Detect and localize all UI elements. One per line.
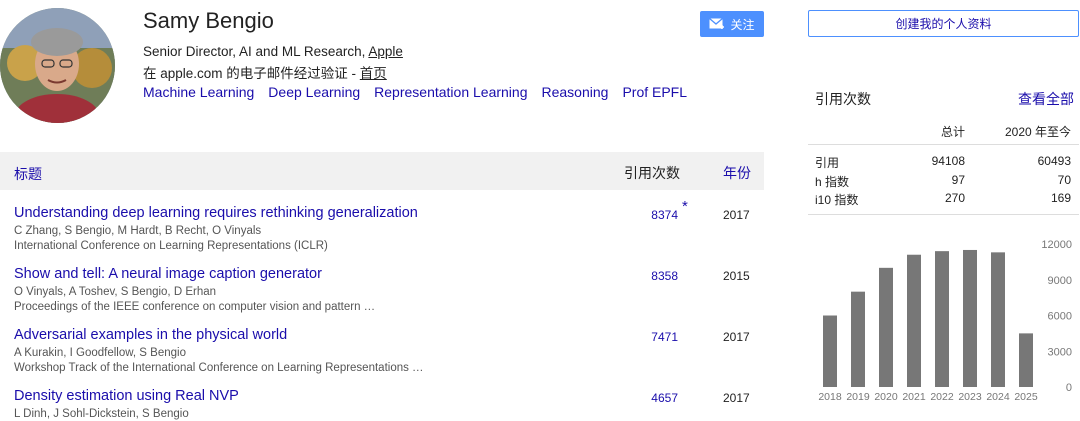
article-year: 2015 (723, 269, 750, 283)
y-tick-label: 9000 (1048, 275, 1072, 287)
interest-link[interactable]: Deep Learning (268, 84, 360, 100)
interest-link[interactable]: Representation Learning (374, 84, 527, 100)
affiliation-text: Senior Director, AI and ML Research, (143, 44, 369, 59)
article-year: 2017 (723, 391, 750, 405)
stat-row: 引用 94108 60493 (808, 154, 1079, 172)
x-tick-label: 2019 (846, 391, 870, 403)
article-cites[interactable]: 8358 (610, 269, 678, 283)
chart-bar[interactable] (991, 252, 1005, 387)
article-cites[interactable]: 4657 (610, 391, 678, 405)
col-all: 总计 (940, 125, 965, 139)
stat-row: i10 指数 270 169 (808, 191, 1079, 209)
affiliation-link[interactable]: Apple (368, 44, 403, 59)
chart-bar[interactable] (907, 254, 921, 387)
article-venue: Proceedings of the IEEE conference on co… (14, 301, 376, 313)
stat-since: 60493 (1037, 154, 1071, 168)
article-title[interactable]: Show and tell: A neural image caption ge… (14, 266, 322, 282)
research-interests: Machine Learning Deep Learning Represent… (143, 84, 687, 100)
interest-link[interactable]: Machine Learning (143, 84, 254, 100)
article-title[interactable]: Adversarial examples in the physical wor… (14, 327, 287, 343)
mail-icon (709, 18, 725, 29)
article-title[interactable]: Understanding deep learning requires ret… (14, 205, 418, 221)
x-tick-label: 2025 (1014, 391, 1038, 403)
article-authors: A Kurakin, I Goodfellow, S Bengio (14, 347, 186, 359)
article-cites[interactable]: 8374 (610, 208, 678, 222)
x-tick-label: 2018 (818, 391, 842, 403)
y-tick-label: 3000 (1048, 346, 1072, 358)
x-tick-label: 2023 (958, 391, 982, 403)
stat-all: 94108 (931, 154, 965, 168)
view-all-link[interactable]: 查看全部 (1018, 89, 1074, 109)
chart-bar[interactable] (823, 315, 837, 388)
article-year: 2017 (723, 330, 750, 344)
avatar (0, 8, 115, 123)
interest-link[interactable]: Prof EPFL (622, 84, 687, 100)
follow-button[interactable]: 关注 (700, 11, 764, 37)
article-year: 2017 (723, 208, 750, 222)
article-cites[interactable]: 7471 (610, 330, 678, 344)
article-venue: International Conference on Learning Rep… (14, 240, 328, 252)
citations-chart: 12000 9000 6000 3000 0 2018 2019 2020 2021 2022 20… (818, 239, 1072, 403)
chart-bar[interactable] (1019, 333, 1033, 387)
citations-title: 引用次数 (815, 91, 871, 107)
stat-row: h 指数 97 70 (808, 173, 1079, 191)
chart-bar[interactable] (963, 249, 977, 387)
article-authors: L Dinh, J Sohl-Dickstein, S Bengio (14, 408, 189, 420)
y-tick-label: 6000 (1048, 311, 1072, 323)
sort-by-year[interactable]: 年份 (723, 163, 751, 183)
stats-divider (808, 214, 1079, 215)
stat-all: 270 (944, 191, 965, 205)
create-profile-button[interactable]: 创建我的个人资料 (808, 10, 1079, 37)
table-header: 标题 引用次数 年份 (0, 152, 764, 190)
stat-all: 97 (951, 173, 965, 187)
chart-bar[interactable] (935, 251, 949, 387)
article-title[interactable]: Density estimation using Real NVP (14, 388, 239, 404)
follow-label: 关注 (730, 17, 755, 32)
stat-since: 169 (1050, 191, 1071, 205)
article-venue: Workshop Track of the International Conf… (14, 362, 424, 374)
sort-by-title[interactable]: 标题 (14, 164, 42, 184)
y-tick-label: 12000 (1041, 239, 1072, 251)
x-tick-label: 2020 (874, 391, 898, 403)
verified-text: 在 apple.com 的电子邮件经过验证 - (143, 66, 360, 81)
homepage-link[interactable]: 首页 (360, 66, 387, 81)
x-tick-label: 2021 (902, 391, 926, 403)
x-tick-label: 2022 (930, 391, 954, 403)
profile-name: Samy Bengio (143, 8, 274, 33)
chart-bar[interactable] (851, 291, 865, 387)
x-tick-label: 2024 (986, 391, 1010, 403)
article-authors: C Zhang, S Bengio, M Hardt, B Recht, O V… (14, 225, 262, 237)
stat-label: i10 指数 (815, 193, 859, 207)
stats-header: 总计 2020 年至今 (808, 120, 1079, 145)
interest-link[interactable]: Reasoning (542, 84, 609, 100)
stat-label: 引用 (815, 156, 840, 170)
merged-star[interactable]: * (682, 198, 688, 215)
affiliation: Senior Director, AI and ML Research, App… (143, 44, 403, 59)
stat-label: h 指数 (815, 175, 850, 189)
cited-by-header[interactable]: 引用次数 (624, 163, 680, 183)
article-authors: O Vinyals, A Toshev, S Bengio, D Erhan (14, 286, 217, 298)
stat-since: 70 (1057, 173, 1071, 187)
y-tick-label: 0 (1066, 382, 1072, 394)
chart-bar[interactable] (879, 267, 893, 387)
col-since: 2020 年至今 (1004, 125, 1071, 139)
verified-email: 在 apple.com 的电子邮件经过验证 - 首页 (143, 62, 387, 82)
